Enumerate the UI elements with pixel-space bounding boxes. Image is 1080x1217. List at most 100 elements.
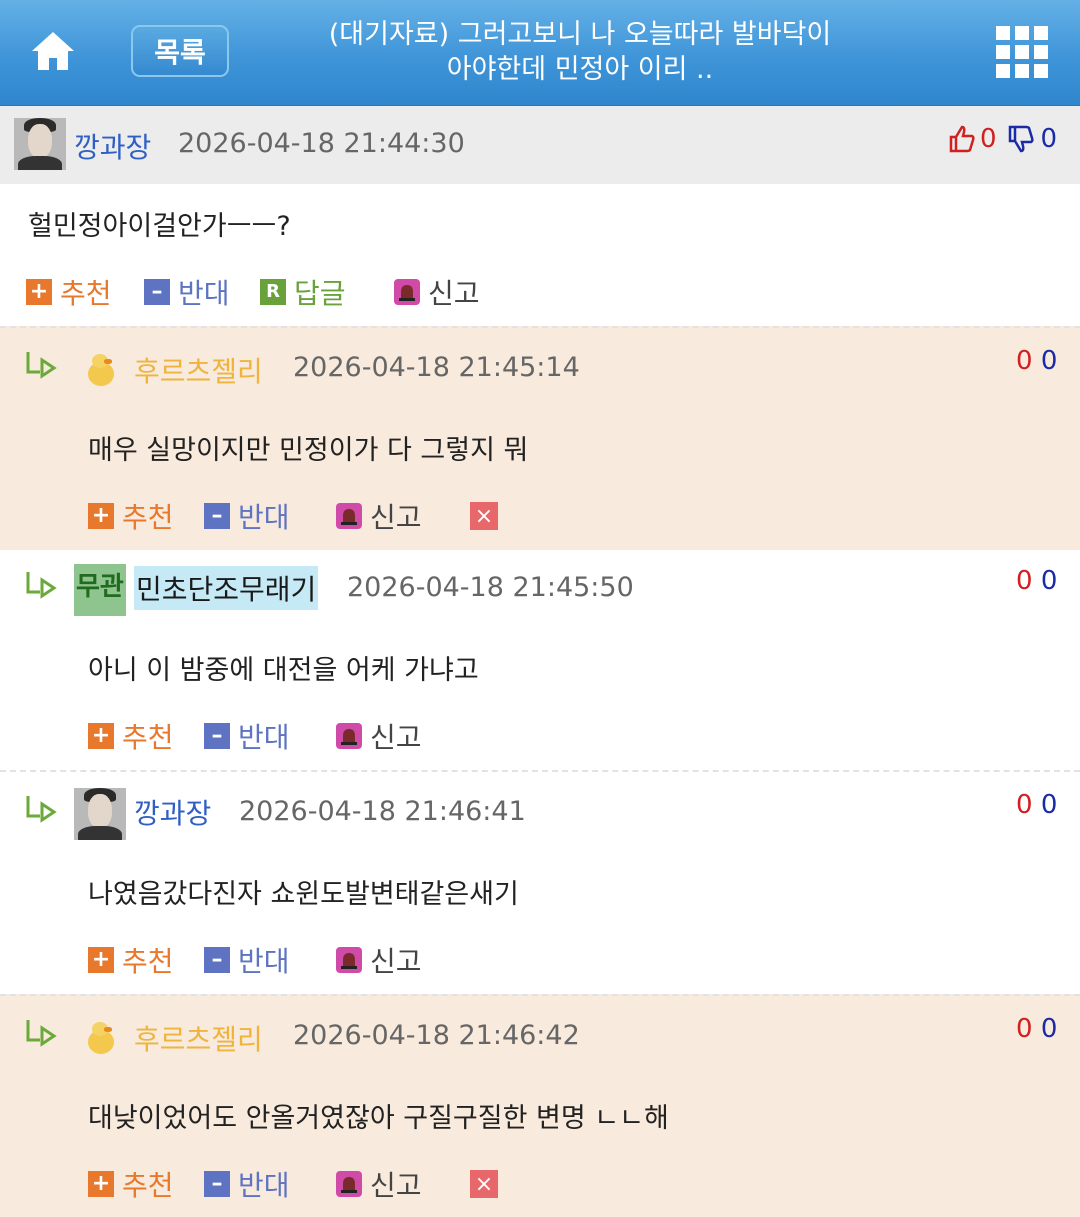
up-count[interactable]: 0 (1016, 790, 1033, 820)
oppose-label: 반대 (238, 945, 290, 978)
delete-icon[interactable]: × (470, 502, 498, 530)
down-count[interactable]: 0 (1041, 790, 1058, 820)
up-count[interactable]: 0 (1016, 566, 1033, 596)
report-button[interactable]: 신고 (394, 272, 480, 312)
comment-votes: 0 0 (1016, 566, 1057, 596)
delete-icon[interactable]: × (470, 1170, 498, 1198)
plus-icon: + (88, 723, 114, 749)
recommend-button[interactable]: + 추천 (88, 716, 174, 756)
oppose-button[interactable]: – 반대 (204, 496, 290, 536)
page-title: (대기자료) 그러고보니 나 오늘따라 발바닥이 아야한데 민정아 이리 .. (300, 17, 860, 87)
report-label: 신고 (370, 501, 422, 534)
reply-button[interactable]: R 답글 (260, 272, 346, 312)
post-votes: 0 0 (948, 124, 1057, 154)
report-label: 신고 (428, 277, 480, 310)
report-label: 신고 (370, 1169, 422, 1202)
minus-icon: – (204, 723, 230, 749)
comment-date: 2026-04-18 21:46:41 (239, 796, 526, 827)
minus-icon: – (144, 279, 170, 305)
reply-icon: R (260, 279, 286, 305)
oppose-button[interactable]: – 반대 (204, 716, 290, 756)
comment-item: 후르츠젤리 2026-04-18 21:46:42 0 0 대낮이었어도 안올거… (0, 994, 1080, 1217)
oppose-label: 반대 (238, 721, 290, 754)
report-button[interactable]: 신고 (336, 1164, 422, 1204)
recommend-button[interactable]: + 추천 (26, 272, 112, 312)
oppose-label: 반대 (178, 277, 230, 310)
report-button[interactable]: 신고 (336, 496, 422, 536)
recommend-button[interactable]: + 추천 (88, 496, 174, 536)
down-count[interactable]: 0 (1041, 346, 1058, 376)
plus-icon: + (88, 503, 114, 529)
up-count: 0 (980, 124, 997, 154)
recommend-label: 추천 (122, 1169, 174, 1202)
minus-icon: – (204, 947, 230, 973)
recommend-label: 추천 (122, 501, 174, 534)
down-count[interactable]: 0 (1041, 566, 1058, 596)
post-author[interactable]: 깡과장 (74, 126, 151, 166)
down-count[interactable]: 0 (1041, 1014, 1058, 1044)
comment-votes: 0 0 (1016, 790, 1057, 820)
oppose-button[interactable]: – 반대 (144, 272, 230, 312)
comment-date: 2026-04-18 21:46:42 (293, 1020, 580, 1051)
page-title-line1: (대기자료) 그러고보니 나 오늘따라 발바닥이 (328, 19, 832, 50)
siren-icon (336, 503, 362, 529)
home-icon[interactable] (28, 26, 78, 76)
top-bar: 목록 (대기자료) 그러고보니 나 오늘따라 발바닥이 아야한데 민정아 이리 … (0, 0, 1080, 106)
comment-text: 매우 실망이지만 민정이가 다 그렇지 뭐 (88, 435, 529, 466)
siren-icon (336, 947, 362, 973)
report-button[interactable]: 신고 (336, 940, 422, 980)
post-text: 헐민정아이걸안가ㅡㅡ? (28, 211, 291, 242)
comment-votes: 0 0 (1016, 1014, 1057, 1044)
reply-arrow-icon (26, 1020, 57, 1047)
comment-author[interactable]: 깡과장 (134, 792, 211, 832)
report-label: 신고 (370, 721, 422, 754)
post-date: 2026-04-18 21:44:30 (178, 128, 465, 159)
comment-item: 무관 민초단조무래기 2026-04-18 21:45:50 0 0 아니 이 … (0, 548, 1080, 770)
reply-arrow-icon (26, 572, 57, 599)
list-button[interactable]: 목록 (131, 25, 229, 77)
comment-text: 아니 이 밤중에 대전을 어케 가냐고 (88, 655, 479, 686)
comment-votes: 0 0 (1016, 346, 1057, 376)
down-count: 0 (1040, 124, 1058, 154)
minus-icon: – (204, 1171, 230, 1197)
recommend-label: 추천 (122, 945, 174, 978)
oppose-label: 반대 (238, 1169, 290, 1202)
plus-icon: + (88, 947, 114, 973)
siren-icon (394, 279, 420, 305)
oppose-button[interactable]: – 반대 (204, 1164, 290, 1204)
up-count[interactable]: 0 (1016, 346, 1033, 376)
siren-icon (336, 723, 362, 749)
plus-icon: + (88, 1171, 114, 1197)
comment-item: 깡과장 2026-04-18 21:46:41 0 0 나였음갔다진자 쇼윈도발… (0, 770, 1080, 996)
grid-menu-icon[interactable] (996, 26, 1048, 78)
recommend-button[interactable]: + 추천 (88, 940, 174, 980)
report-label: 신고 (370, 945, 422, 978)
comment-author[interactable]: 후르츠젤리 (134, 1018, 263, 1058)
recommend-label: 추천 (122, 721, 174, 754)
report-button[interactable]: 신고 (336, 716, 422, 756)
comment-text: 대낮이었어도 안올거였잖아 구질구질한 변명 ㄴㄴ해 (88, 1103, 669, 1134)
page-title-line2: 아야한데 민정아 이리 .. (446, 54, 714, 85)
siren-icon (336, 1171, 362, 1197)
thumbs-up-icon[interactable] (948, 124, 976, 154)
oppose-label: 반대 (238, 501, 290, 534)
plus-icon: + (26, 279, 52, 305)
avatar (84, 352, 118, 392)
oppose-button[interactable]: – 반대 (204, 940, 290, 980)
avatar-label: 무관 (76, 572, 124, 602)
reply-label: 답글 (294, 277, 346, 310)
recommend-button[interactable]: + 추천 (88, 1164, 174, 1204)
comment-text: 나였음갔다진자 쇼윈도발변태같은새기 (88, 879, 519, 910)
comment-author[interactable]: 후르츠젤리 (134, 350, 263, 390)
post-header: 깡과장 2026-04-18 21:44:30 0 0 (0, 106, 1080, 184)
avatar (74, 788, 126, 840)
thumbs-down-icon[interactable] (1007, 124, 1035, 154)
comment-item: 후르츠젤리 2026-04-18 21:45:14 0 0 매우 실망이지만 민… (0, 326, 1080, 550)
comment-date: 2026-04-18 21:45:50 (347, 572, 634, 603)
recommend-label: 추천 (60, 277, 112, 310)
comment-date: 2026-04-18 21:45:14 (293, 352, 580, 383)
minus-icon: – (204, 503, 230, 529)
up-count[interactable]: 0 (1016, 1014, 1033, 1044)
comment-author[interactable]: 민초단조무래기 (134, 566, 319, 610)
avatar (84, 1020, 118, 1060)
